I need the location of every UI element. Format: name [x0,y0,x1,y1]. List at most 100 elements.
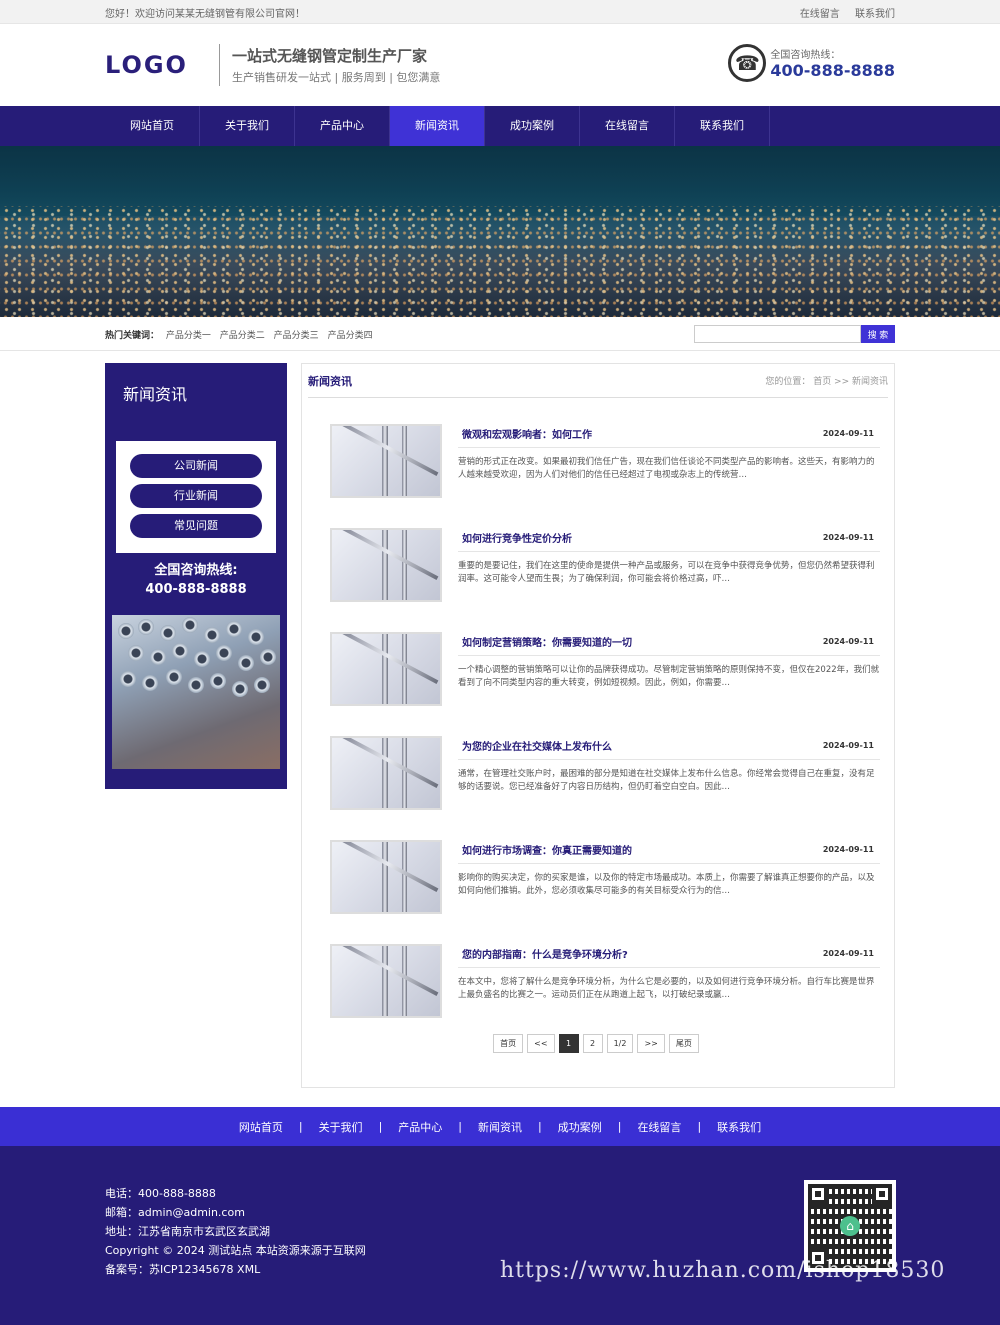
sidebar-item-industry-news[interactable]: 行业新闻 [130,484,262,508]
news-content: 新闻资讯 您的位置： 首页 >> 新闻资讯 微观和宏观影响者：如何工作 2024-… [301,363,895,1088]
nav-item-news[interactable]: 新闻资讯 [390,106,485,146]
search-form: 搜 索 [694,325,895,343]
footer-nav-contact[interactable]: 联系我们 [717,1119,761,1135]
nav-item-home[interactable]: 网站首页 [105,106,200,146]
footer-nav-separator: | [538,1120,542,1133]
pager-prev[interactable]: << [527,1034,555,1053]
news-desc: 一个精心调整的营销策略可以让你的品牌获得成功。尽管制定营销策略的原则保持不变，但… [458,665,880,688]
footer-info: 电话：400-888-8888 邮箱：admin@admin.com 地址：江苏… [105,1184,366,1279]
search-bar: 热门关键词： 产品分类一 产品分类二 产品分类三 产品分类四 搜 索 [0,317,1000,351]
top-bar: 您好！欢迎访问某某无缝钢管有限公司官网！ 在线留言 联系我们 [0,0,1000,24]
banner-city-lights [0,206,1000,317]
news-title[interactable]: 如何制定营销策略：你需要知道的一切 [462,634,632,649]
slogan: 一站式无缝钢管定制生产厂家 生产销售研发一站式 | 服务周到 | 包您满意 [232,45,440,85]
news-desc: 通常，在管理社交账户时，最困难的部分是知道在社交媒体上发布什么信息。你经常会觉得… [458,769,875,792]
footer-nav-separator: | [298,1120,303,1133]
footer-email: 邮箱：admin@admin.com [105,1206,245,1219]
logo[interactable]: LOGO [105,51,205,79]
main-nav: 网站首页 关于我们 产品中心 新闻资讯 成功案例 在线留言 联系我们 [0,106,1000,146]
hot-keyword[interactable]: 产品分类四 [328,331,373,341]
pager-first[interactable]: 首页 [493,1034,524,1053]
news-desc: 营销的形式正在改变。如果最初我们信任广告，现在我们信任谈论不同类型产品的影响者。… [458,457,875,480]
nav-item-message[interactable]: 在线留言 [580,106,675,146]
slogan-main: 一站式无缝钢管定制生产厂家 [232,47,428,65]
pager-page-1[interactable]: 1 [558,1034,579,1053]
search-input[interactable] [694,325,861,343]
footer-nav-news[interactable]: 新闻资讯 [478,1119,522,1135]
news-item[interactable]: 如何进行市场调查：你真正需要知道的 2024-09-11 影响你的购买决定，你的买… [308,814,888,918]
news-thumbnail[interactable] [330,944,442,1018]
welcome-text: 您好！欢迎访问某某无缝钢管有限公司官网！ [105,8,305,20]
nav-item-contact[interactable]: 联系我们 [675,106,770,146]
news-item[interactable]: 微观和宏观影响者：如何工作 2024-09-11 营销的形式正在改变。如果最初我们… [308,398,888,502]
news-desc: 影响你的购买决定，你的买家是谁，以及你的特定市场最成功。本质上，你需要了解谁真正… [458,873,875,896]
footer-icp[interactable]: 备案号：苏ICP12345678 XML [105,1260,366,1279]
news-thumbnail[interactable] [330,528,442,602]
hot-keyword[interactable]: 产品分类三 [274,331,319,341]
news-item[interactable]: 为您的企业在社交媒体上发布什么 2024-09-11 通常，在管理社交账户时，最困… [308,710,888,814]
sidebar-item-faq[interactable]: 常见问题 [130,514,262,538]
news-item[interactable]: 您的内部指南：什么是竞争环境分析? 2024-09-11 在本文中，您将了解什么是… [308,918,888,1022]
nav-item-cases[interactable]: 成功案例 [485,106,580,146]
sidebar-pipes-image [112,615,280,769]
pager-status: 1/2 [606,1034,634,1053]
news-title[interactable]: 微观和宏观影响者：如何工作 [462,426,592,441]
content-title: 新闻资讯 [308,374,352,388]
footer-nav-separator: | [458,1120,462,1133]
sidebar-hotline-label: 全国咨询热线: [154,563,238,578]
news-date: 2024-09-11 [822,845,874,854]
watermark-text: https://www.huzhan.com/ishop18530 [500,1258,946,1283]
header-divider [219,44,220,86]
news-title[interactable]: 如何进行市场调查：你真正需要知道的 [462,842,632,857]
news-thumbnail[interactable] [330,632,442,706]
breadcrumb[interactable]: 您的位置： 首页 >> 新闻资讯 [765,374,888,387]
footer-nav: 网站首页 | 关于我们 | 产品中心 | 新闻资讯 | 成功案例 | 在线留言 … [0,1107,1000,1146]
top-links: 在线留言 联系我们 [788,5,895,20]
home-icon: ⌂ [840,1216,860,1236]
content-header: 新闻资讯 您的位置： 首页 >> 新闻资讯 [308,364,888,398]
footer-nav-about[interactable]: 关于我们 [319,1119,363,1135]
footer-copyright: Copyright © 2024 测试站点 本站资源来源于互联网 [105,1244,366,1257]
news-desc: 重要的是要记住，我们在这里的使命是提供一种产品或服务，可以在竞争中获得竞争优势，… [458,561,875,584]
news-title[interactable]: 为您的企业在社交媒体上发布什么 [462,738,612,753]
news-date: 2024-09-11 [822,533,874,542]
news-item[interactable]: 如何进行竞争性定价分析 2024-09-11 重要的是要记住，我们在这里的使命是提… [308,502,888,606]
sidebar-hotline-number: 400-888-8888 [145,582,247,597]
hot-keywords: 热门关键词： 产品分类一 产品分类二 产品分类三 产品分类四 [105,328,379,341]
footer-nav-products[interactable]: 产品中心 [398,1119,442,1135]
sidebar-title: 新闻资讯 [123,385,188,404]
news-title[interactable]: 如何进行竞争性定价分析 [462,530,572,545]
hotline-label: 全国咨询热线： [770,50,841,61]
news-date: 2024-09-11 [822,429,874,438]
pager-next[interactable]: >> [637,1034,665,1053]
banner-image [0,146,1000,317]
hot-keyword[interactable]: 产品分类一 [166,331,211,341]
footer-nav-cases[interactable]: 成功案例 [558,1119,602,1135]
footer-nav-home[interactable]: 网站首页 [239,1119,283,1135]
nav-item-about[interactable]: 关于我们 [200,106,295,146]
news-date: 2024-09-11 [822,741,874,750]
pagination: 首页 << 1 2 1/2 >> 尾页 [308,1034,888,1053]
news-title[interactable]: 您的内部指南：什么是竞争环境分析? [462,946,628,961]
hotline-number: 400-888-8888 [770,61,895,80]
search-button[interactable]: 搜 索 [861,325,895,343]
top-link-contact[interactable]: 联系我们 [855,9,895,20]
nav-item-products[interactable]: 产品中心 [295,106,390,146]
header: LOGO 一站式无缝钢管定制生产厂家 生产销售研发一站式 | 服务周到 | 包您… [0,24,1000,106]
header-hotline: ☎ 全国咨询热线： 400-888-8888 [728,44,895,82]
news-item[interactable]: 如何制定营销策略：你需要知道的一切 2024-09-11 一个精心调整的营销策略可… [308,606,888,710]
footer-nav-message[interactable]: 在线留言 [637,1119,681,1135]
news-thumbnail[interactable] [330,736,442,810]
sidebar-item-company-news[interactable]: 公司新闻 [130,454,262,478]
news-thumbnail[interactable] [330,424,442,498]
pager-page-2[interactable]: 2 [582,1034,603,1053]
footer: 电话：400-888-8888 邮箱：admin@admin.com 地址：江苏… [0,1146,1000,1325]
footer-nav-separator: | [617,1120,622,1133]
pager-last[interactable]: 尾页 [668,1034,699,1053]
slogan-sub: 生产销售研发一站式 | 服务周到 | 包您满意 [232,71,441,84]
top-link-message[interactable]: 在线留言 [800,9,840,20]
footer-address: 地址：江苏省南京市玄武区玄武湖 [105,1225,270,1238]
news-thumbnail[interactable] [330,840,442,914]
main-area: 新闻资讯 公司新闻 行业新闻 常见问题 全国咨询热线: 400-888-8888… [105,363,895,1108]
hot-keyword[interactable]: 产品分类二 [220,331,265,341]
